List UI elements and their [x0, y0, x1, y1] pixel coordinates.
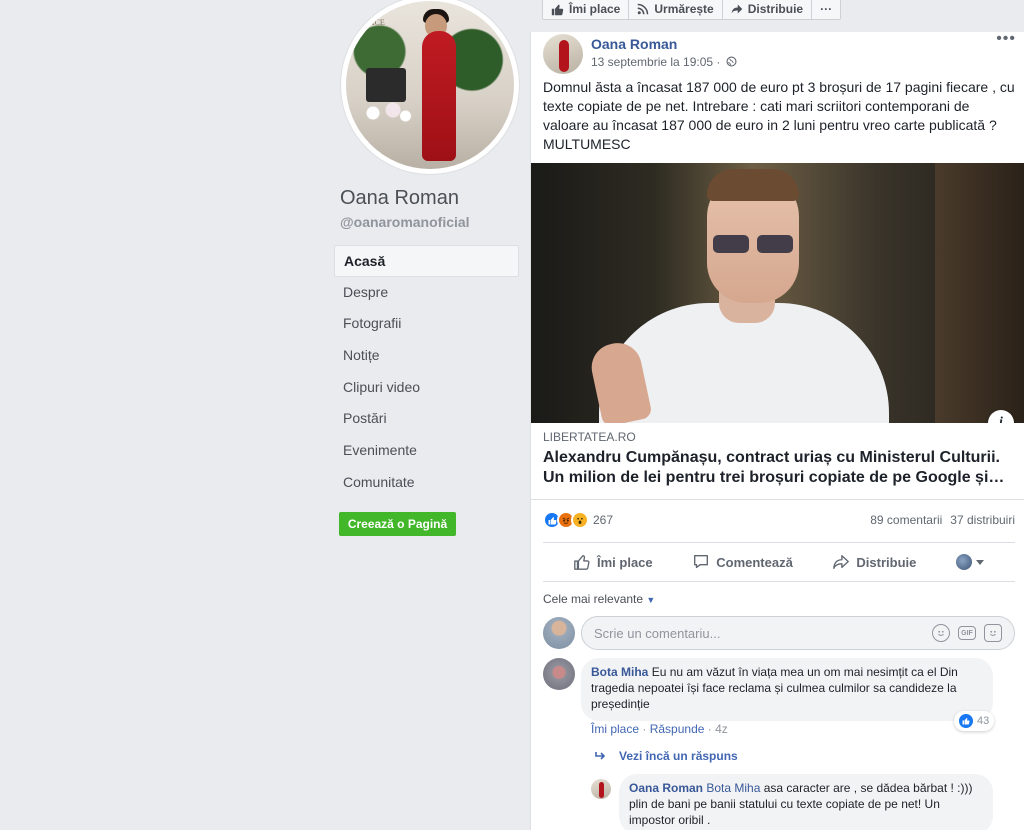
comment-reply-link[interactable]: Răspunde [650, 722, 705, 736]
ellipsis-icon: ··· [820, 2, 833, 16]
rss-icon [638, 3, 649, 15]
page-like-label: Îmi place [569, 2, 621, 16]
page-share-button[interactable]: Distribuie [723, 0, 813, 19]
share-button[interactable]: Distribuie [832, 553, 916, 571]
link-preview-meta[interactable]: LIBERTATEA.RO Alexandru Cumpănașu, contr… [531, 423, 1024, 500]
photo-red-dress [421, 31, 456, 162]
photo-background-door [935, 163, 1024, 423]
post-text: Domnul ăsta a încasat 187 000 de euro pt… [543, 79, 1015, 152]
like-button[interactable]: Îmi place [573, 553, 653, 571]
thumbs-up-icon [551, 4, 564, 15]
post-card: Oana Roman 13 septembrie la 19:05 · ••• … [530, 30, 1024, 830]
view-more-replies-label: Vezi încă un răspuns [619, 749, 738, 763]
page-like-button[interactable]: Îmi place [543, 0, 630, 19]
decor-board [366, 68, 407, 103]
comment-like-link[interactable]: Îmi place [591, 722, 639, 736]
page-name[interactable]: Oana Roman [340, 187, 459, 210]
comment-button[interactable]: Comentează [692, 553, 793, 571]
photo-glasses [713, 235, 795, 255]
link-domain: LIBERTATEA.RO [543, 430, 636, 444]
nav-item-posts[interactable]: Postări [334, 403, 519, 435]
audience-selector[interactable] [955, 554, 985, 570]
comment-placeholder: Scrie un comentariu... [594, 625, 721, 641]
emoji-icon[interactable] [932, 624, 950, 642]
reply-arrow-icon [595, 752, 606, 760]
page-more-button[interactable]: ··· [812, 0, 840, 19]
nav-item-events[interactable]: Evenimente [334, 435, 519, 467]
sort-label: Cele mai relevante [543, 592, 644, 606]
caret-down-icon: ▼ [646, 595, 656, 605]
like-label: Îmi place [597, 554, 653, 570]
share-arrow-icon [731, 4, 742, 14]
comment-reactions-count: 43 [977, 715, 990, 727]
post-date-text: 13 septembrie la 19:05 · [591, 55, 721, 69]
page-action-bar: Îmi place Urmărește Distribuie ··· [542, 0, 842, 20]
nav-item-about[interactable]: Despre [334, 277, 519, 309]
post-options-icon[interactable]: ••• [996, 30, 1016, 48]
post-stats: 267 89 comentarii 37 distribuiri [543, 510, 1015, 530]
globe-icon [726, 56, 737, 67]
reactions-count[interactable]: 267 [593, 513, 613, 527]
page-nav: Acasă Despre Fotografii Notițe Clipuri v… [334, 245, 519, 499]
decor-flowers [362, 98, 413, 129]
create-page-button[interactable]: Creează o Pagină [339, 512, 456, 536]
view-more-replies[interactable]: Vezi încă un răspuns [595, 749, 738, 763]
profile-photo: PLACE [346, 1, 514, 169]
reply-mention[interactable]: Bota Miha [706, 781, 760, 795]
photo-hair-man [707, 169, 799, 201]
author-avatar[interactable] [543, 34, 583, 74]
post-action-bar: Îmi place Comentează Distribuie [543, 542, 1015, 582]
comment-age[interactable]: 4z [715, 722, 728, 736]
nav-item-videos[interactable]: Clipuri video [334, 372, 519, 404]
comment-label: Comentează [716, 554, 793, 570]
speech-bubble-icon [694, 555, 709, 569]
thumbs-up-outline-icon [574, 555, 590, 570]
comment-reactions[interactable]: 43 [954, 711, 995, 731]
photo-sign: PLACE [359, 17, 385, 27]
shares-count[interactable]: 37 distribuiri [950, 513, 1015, 527]
comment-actions: Îmi place · Răspunde · 4z [591, 722, 728, 736]
sticker-icon[interactable] [984, 624, 1002, 642]
profile-picture[interactable]: PLACE [341, 0, 519, 174]
share-label: Distribuie [856, 554, 917, 570]
follow-button[interactable]: Urmărește [629, 0, 723, 19]
comments-count[interactable]: 89 comentarii [870, 513, 942, 527]
reply-bubble: Oana Roman Bota Miha asa caracter are , … [619, 774, 993, 830]
comment-author[interactable]: Bota Miha [591, 665, 648, 679]
link-title: Alexandru Cumpănașu, contract uriaș cu M… [543, 449, 1005, 486]
page-handle[interactable]: @oanaromanoficial [340, 214, 470, 230]
separator: · [642, 722, 650, 736]
profile-switch-avatar [955, 554, 972, 570]
follow-label: Urmărește [654, 2, 714, 16]
comment-input[interactable]: Scrie un comentariu... GIF [581, 616, 1015, 650]
caret-down-icon [975, 560, 984, 565]
composer-icons: GIF [932, 624, 1002, 642]
comment-sort-selector[interactable]: Cele mai relevante ▼ [543, 592, 655, 606]
reply-author[interactable]: Oana Roman [629, 781, 703, 795]
post-date[interactable]: 13 septembrie la 19:05 · [591, 55, 737, 69]
page-share-label: Distribuie [747, 2, 804, 16]
nav-item-home[interactable]: Acasă [334, 245, 519, 277]
wow-reaction-icon[interactable] [571, 511, 589, 529]
gif-icon[interactable]: GIF [958, 626, 976, 640]
comment-bubble: Bota Miha Eu nu am văzut în viața mea un… [581, 658, 993, 721]
nav-item-photos[interactable]: Fotografii [334, 308, 519, 340]
current-user-avatar[interactable] [543, 617, 575, 649]
commenter-avatar[interactable] [543, 658, 575, 690]
share-icon [833, 555, 850, 569]
like-reaction-icon [959, 714, 973, 728]
nav-item-notes[interactable]: Notițe [334, 340, 519, 372]
post-author[interactable]: Oana Roman [591, 36, 677, 52]
reply-author-avatar[interactable] [591, 779, 611, 799]
post-counts: 89 comentarii 37 distribuiri [870, 513, 1015, 527]
nav-item-community[interactable]: Comunitate [334, 467, 519, 499]
link-preview-image[interactable] [531, 163, 1024, 423]
